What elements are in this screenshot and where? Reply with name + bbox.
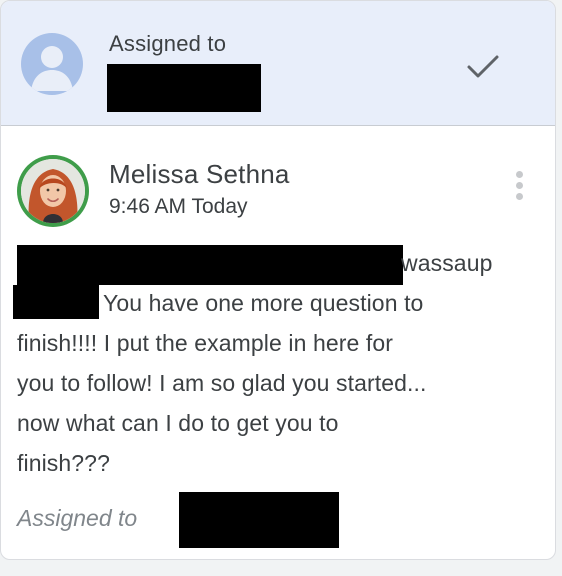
assignment-header: Assigned to — [1, 1, 555, 126]
checkmark-icon — [467, 55, 499, 78]
redacted-assignee — [179, 492, 339, 548]
redacted-assignee — [107, 64, 261, 112]
comment-timestamp: 9:46 AM Today — [109, 195, 248, 218]
message-line: wassaup — [401, 250, 493, 276]
author-photo — [21, 159, 85, 223]
message-line: you to follow! I am so glad you started.… — [17, 370, 427, 396]
redacted-text — [17, 245, 403, 285]
avatar[interactable] — [17, 155, 89, 227]
message-line: finish!!!! I put the example in here for — [17, 330, 394, 356]
comment-card: Assigned to Melissa Sethna 9:46 AM Today — [0, 0, 556, 560]
person-icon — [21, 33, 83, 95]
message-line: You have one more question to — [103, 290, 424, 316]
redacted-text — [13, 285, 99, 319]
mark-done-button[interactable] — [457, 41, 509, 93]
message-line: finish??? — [17, 450, 110, 476]
message-line: now what can I do to get you to — [17, 410, 339, 436]
assigned-to-footer: Assigned to — [17, 505, 138, 531]
author-name: Melissa Sethna — [109, 159, 290, 189]
more-vert-icon[interactable] — [507, 165, 531, 205]
assigned-to-label: Assigned to — [109, 31, 227, 56]
